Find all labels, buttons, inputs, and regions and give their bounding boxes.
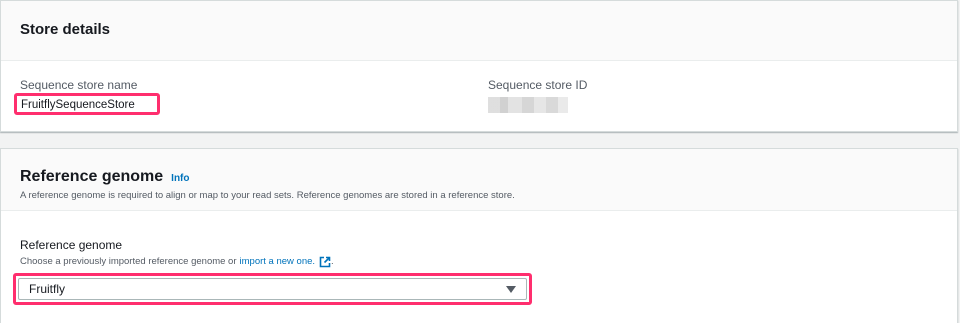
- store-details-panel: Store details Sequence store name Fruitf…: [0, 0, 958, 132]
- sequence-store-name-label: Sequence store name: [20, 78, 138, 92]
- hint-text: Choose a previously imported reference g…: [20, 256, 237, 267]
- store-details-header: Store details: [1, 1, 957, 61]
- reference-genome-title: Reference genome: [20, 168, 164, 185]
- caret-down-icon[interactable]: [506, 286, 516, 293]
- sequence-store-id-label: Sequence store ID: [488, 78, 588, 92]
- reference-genome-hint: Choose a previously imported reference g…: [20, 255, 334, 269]
- info-link[interactable]: Info: [171, 173, 189, 184]
- import-new-link[interactable]: import a new one.: [240, 255, 316, 269]
- reference-genome-description: A reference genome is required to align …: [20, 190, 515, 201]
- reference-genome-title-row: Reference genome Info: [20, 167, 957, 187]
- reference-genome-header: Reference genome Info A reference genome…: [1, 149, 957, 211]
- reference-genome-panel: Reference genome Info A reference genome…: [0, 148, 958, 323]
- store-details-title: Store details: [20, 21, 111, 38]
- reference-genome-select[interactable]: Fruitfly: [13, 273, 532, 305]
- reference-genome-select-field[interactable]: Fruitfly: [18, 278, 527, 300]
- hint-period: .: [331, 256, 334, 267]
- external-link-icon[interactable]: [319, 256, 331, 268]
- reference-genome-selected-value: Fruitfly: [29, 282, 65, 296]
- sequence-store-id-redacted: [488, 97, 568, 113]
- sequence-store-name-value: FruitflySequenceStore: [14, 93, 160, 115]
- reference-genome-field-label: Reference genome: [20, 238, 123, 252]
